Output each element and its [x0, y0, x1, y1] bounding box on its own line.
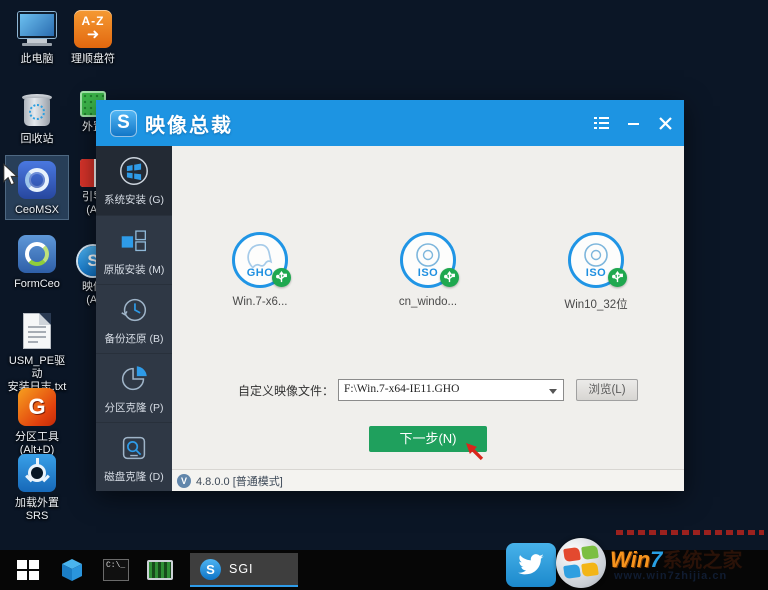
image-item-iso-2[interactable]: ISO Win10_32位	[540, 232, 652, 312]
icon-label: CeoMSX	[14, 204, 60, 216]
taskbar-task-sgi[interactable]: S SGI	[190, 553, 298, 587]
version-text: 4.8.0.0 [普通模式]	[196, 475, 283, 488]
taskbar-monitor-app[interactable]	[144, 554, 176, 586]
windows-start-icon	[17, 560, 39, 580]
window-title: 映像总裁	[145, 114, 233, 137]
windows-orb-icon	[556, 538, 606, 588]
desktop-icon-recycle-bin[interactable]: 回收站	[6, 88, 68, 146]
status-bar: V 4.8.0.0 [普通模式]	[172, 469, 684, 491]
app-logo-icon: S	[110, 109, 137, 137]
taskbar-cmd-app[interactable]: C:\_	[100, 554, 132, 586]
browse-button[interactable]: 浏览(L)	[576, 379, 638, 401]
watermark: Win7系统之家 www.win7zhijia.cn	[556, 528, 768, 590]
image-item-iso-1[interactable]: ISO cn_windo...	[372, 232, 484, 312]
image-item-gho[interactable]: GHO Win.7-x6...	[204, 232, 316, 312]
image-path-value: F:\Win.7-x64-IE11.GHO	[344, 383, 460, 395]
desktop-icon-sort-drives[interactable]: A-Z ➜ 理顺盘符	[64, 8, 122, 66]
windows-circle-icon	[120, 157, 148, 185]
version-badge: V	[177, 473, 191, 488]
srs-icon	[6, 452, 68, 494]
window-titlebar[interactable]: S 映像总裁	[96, 100, 684, 146]
sidebar-item-disk-clone[interactable]: 磁盘克隆 (D)	[96, 422, 172, 491]
formceo-icon	[6, 233, 68, 275]
desktop-icon-formceo[interactable]: FormCeo	[6, 233, 68, 291]
desktop-icon-load-srs[interactable]: 加载外置SRS	[6, 452, 68, 523]
twitter-icon	[506, 543, 556, 587]
menu-icon[interactable]	[592, 114, 610, 132]
chevron-down-icon[interactable]	[549, 389, 557, 398]
recycle-bin-icon	[6, 88, 68, 130]
cube-icon	[62, 559, 82, 581]
watermark-red-text	[616, 530, 764, 535]
custom-image-label: 自定义映像文件：	[237, 383, 334, 398]
monitor-icon	[147, 560, 173, 580]
text-file-icon	[6, 310, 68, 352]
window-content: GHO Win.7-x6... ISO cn_windo... ISO Win1…	[172, 146, 684, 491]
icon-label: FormCeo	[14, 278, 60, 290]
pie-chart-icon	[121, 365, 147, 390]
icon-label: 回收站	[20, 133, 54, 145]
sgi-app-window: S 映像总裁 系统安装 (G) 原版安装 (M) 备份还原 (B) 分区克隆 (…	[96, 100, 684, 491]
command-prompt-icon: C:\_	[103, 559, 129, 581]
desktop-icon-this-pc[interactable]: 此电脑	[6, 8, 68, 66]
computer-icon	[6, 8, 68, 50]
close-icon[interactable]	[656, 114, 674, 132]
sgi-logo-icon: S	[200, 558, 221, 580]
disk-search-icon	[122, 436, 146, 459]
sidebar: 系统安装 (G) 原版安装 (M) 备份还原 (B) 分区克隆 (P) 磁盘克隆…	[96, 146, 172, 491]
image-path-combobox[interactable]: F:\Win.7-x64-IE11.GHO	[338, 379, 564, 401]
custom-image-form: 自定义映像文件： F:\Win.7-x64-IE11.GHO 浏览(L)	[202, 379, 638, 401]
icon-label: 理顺盘符	[71, 53, 115, 65]
sidebar-item-original-install[interactable]: 原版安装 (M)	[96, 215, 172, 284]
desktop: 此电脑 回收站 CeoMSX FormCeo USM_PE驱动 安装日志.txt …	[0, 0, 768, 590]
minimize-icon[interactable]	[624, 114, 642, 132]
red-arrow-pointer	[466, 443, 484, 461]
watermark-url: www.win7zhijia.cn	[614, 570, 728, 582]
taskbar-cube-app[interactable]	[56, 554, 88, 586]
usb-badge-icon	[272, 268, 291, 287]
sidebar-item-partition-clone[interactable]: 分区克隆 (P)	[96, 353, 172, 422]
desktop-icon-diskgenius[interactable]: G 分区工具 (Alt+D)	[6, 386, 68, 457]
watermark-brand: Win7系统之家	[610, 547, 743, 572]
start-button[interactable]	[12, 554, 44, 586]
icon-label: 加载外置SRS	[15, 497, 59, 522]
desktop-icon-usm-log[interactable]: USM_PE驱动 安装日志.txt	[6, 310, 68, 394]
sidebar-item-backup-restore[interactable]: 备份还原 (B)	[96, 284, 172, 353]
diskgenius-icon: G	[6, 386, 68, 428]
az-sort-icon: A-Z ➜	[64, 8, 122, 50]
usb-badge-icon	[608, 268, 627, 287]
history-clock-icon	[121, 298, 147, 321]
windows-squares-icon	[121, 229, 146, 251]
image-list: GHO Win.7-x6... ISO cn_windo... ISO Win1…	[172, 232, 684, 312]
usb-badge-icon	[440, 268, 459, 287]
sidebar-item-system-install[interactable]: 系统安装 (G)	[96, 146, 172, 215]
mouse-cursor	[3, 163, 19, 186]
icon-label: 此电脑	[20, 53, 54, 65]
